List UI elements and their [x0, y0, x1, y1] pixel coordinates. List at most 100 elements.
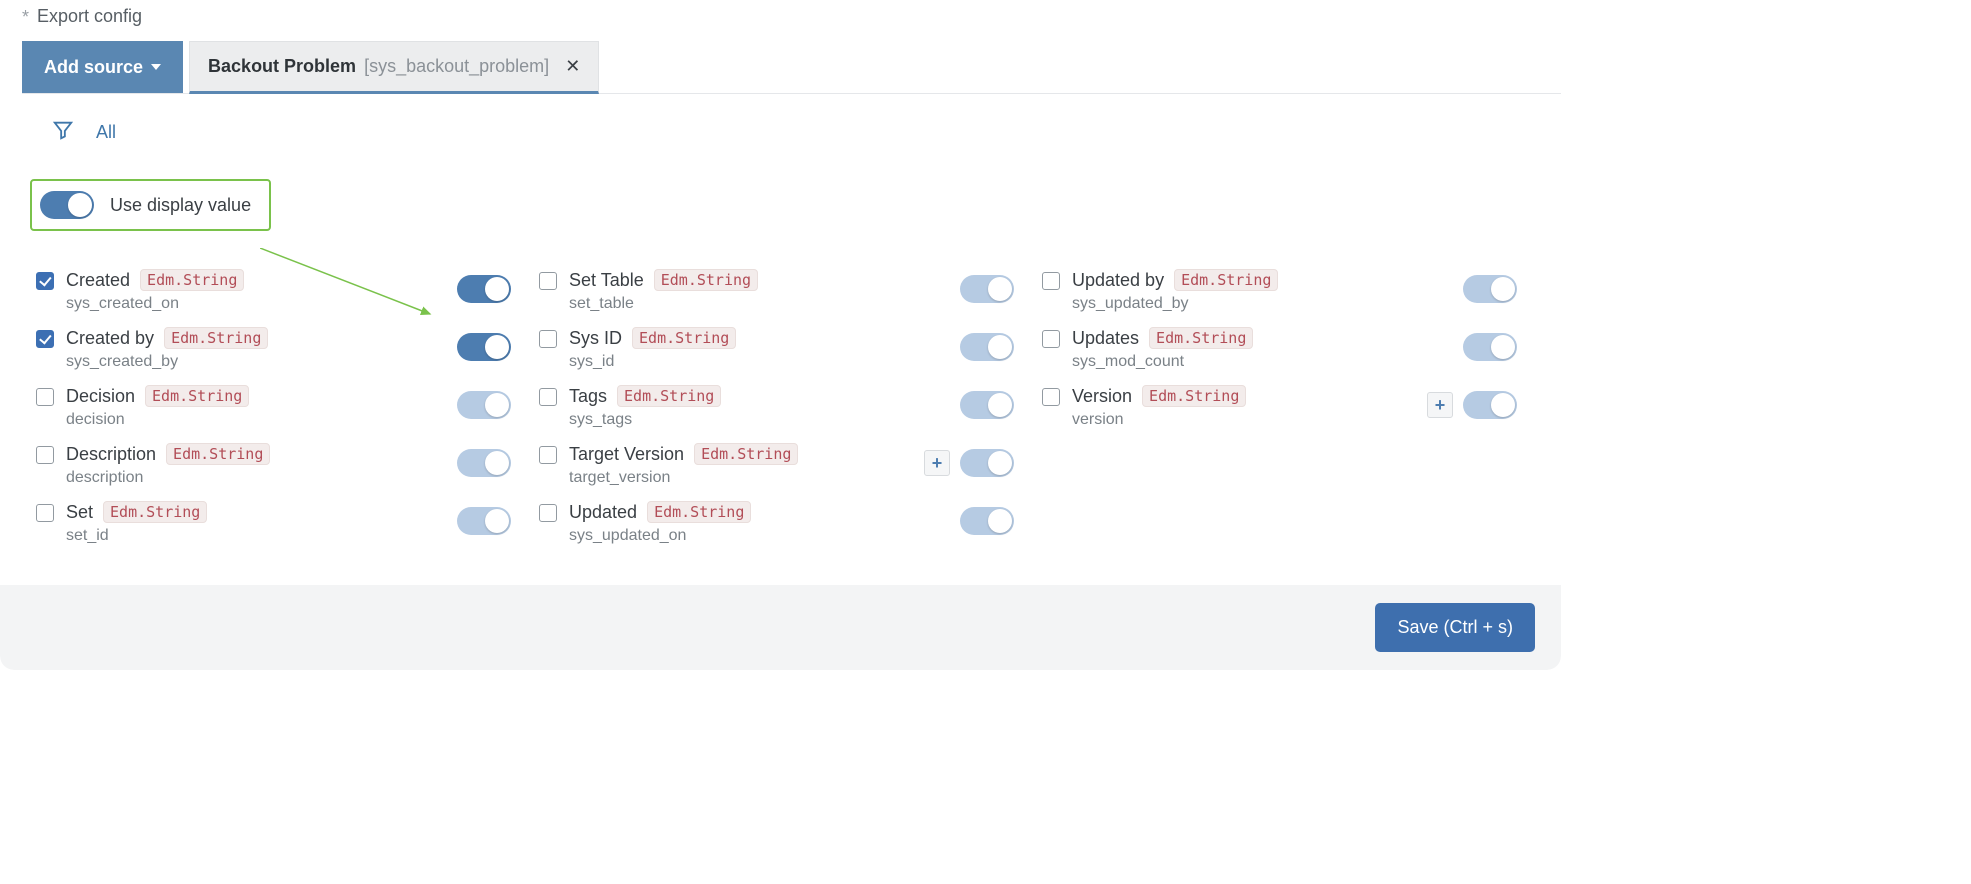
- field-label: Set TableEdm.String: [569, 269, 948, 291]
- field-row: Created byEdm.String sys_created_by: [36, 327, 511, 371]
- use-display-value-group: Use display value: [30, 179, 271, 231]
- field-text: UpdatedEdm.Stringsys_updated_on: [569, 501, 948, 545]
- field-label: Target VersionEdm.String: [569, 443, 912, 465]
- field-label: VersionEdm.String: [1072, 385, 1415, 407]
- page-root: * Export config Add source Backout Probl…: [0, 0, 1561, 670]
- type-badge: Edm.String: [164, 327, 268, 349]
- field-checkbox[interactable]: [1042, 330, 1060, 348]
- add-source-label: Add source: [44, 57, 143, 78]
- field-row: TagsEdm.Stringsys_tags: [539, 385, 1014, 429]
- field-checkbox[interactable]: [36, 272, 54, 290]
- field-label: DecisionEdm.String: [66, 385, 445, 407]
- field-sys-name: target_version: [569, 469, 912, 487]
- field-sys-name: version: [1072, 411, 1415, 429]
- field-column: Updated byEdm.Stringsys_updated_byUpdate…: [1042, 269, 1517, 545]
- filter-icon[interactable]: [52, 118, 74, 147]
- field-row: DescriptionEdm.String description: [36, 443, 511, 487]
- field-text: Updated byEdm.Stringsys_updated_by: [1072, 269, 1451, 313]
- field-label-text: Sys ID: [569, 328, 622, 349]
- expand-plus-button[interactable]: +: [924, 450, 950, 476]
- use-display-value-toggle[interactable]: [40, 191, 94, 219]
- field-checkbox[interactable]: [539, 330, 557, 348]
- field-checkbox[interactable]: [36, 330, 54, 348]
- field-label-text: Version: [1072, 386, 1132, 407]
- field-sys-name: sys_updated_by: [1072, 295, 1451, 313]
- field-column: Created Edm.String sys_created_on Created b…: [36, 269, 511, 545]
- type-badge: Edm.String: [654, 269, 758, 291]
- tab-backout-problem[interactable]: Backout Problem [sys_backout_problem] ✕: [189, 41, 599, 94]
- field-label-text: Updates: [1072, 328, 1139, 349]
- caret-down-icon: [151, 64, 161, 70]
- type-badge: Edm.String: [1149, 327, 1253, 349]
- field-checkbox[interactable]: [539, 446, 557, 464]
- field-checkbox[interactable]: [1042, 272, 1060, 290]
- field-label: Created byEdm.String: [66, 327, 445, 349]
- field-checkbox[interactable]: [1042, 388, 1060, 406]
- close-icon[interactable]: ✕: [565, 56, 580, 77]
- field-display-value-toggle[interactable]: [457, 275, 511, 303]
- field-display-value-toggle[interactable]: [457, 391, 511, 419]
- field-checkbox[interactable]: [36, 446, 54, 464]
- field-row-right: +: [924, 443, 1014, 477]
- field-label-text: Created: [66, 270, 130, 291]
- field-label-text: Set: [66, 502, 93, 523]
- field-sys-name: sys_created_by: [66, 353, 445, 371]
- field-row-right: [960, 327, 1014, 361]
- field-display-value-toggle[interactable]: [457, 333, 511, 361]
- type-badge: Edm.String: [166, 443, 270, 465]
- tab-subtitle: [sys_backout_problem]: [364, 56, 549, 77]
- tab-title: Backout Problem: [208, 56, 356, 77]
- field-row-right: [1463, 269, 1517, 303]
- field-checkbox[interactable]: [36, 388, 54, 406]
- field-sys-name: sys_created_on: [66, 295, 445, 313]
- expand-plus-button[interactable]: +: [1427, 392, 1453, 418]
- field-display-value-toggle[interactable]: [1463, 391, 1517, 419]
- field-checkbox[interactable]: [539, 388, 557, 406]
- add-source-button[interactable]: Add source: [22, 41, 183, 93]
- filter-all-link[interactable]: All: [96, 122, 116, 143]
- field-label: UpdatedEdm.String: [569, 501, 948, 523]
- field-row: Set TableEdm.String set_table: [539, 269, 1014, 313]
- field-label: DescriptionEdm.String: [66, 443, 445, 465]
- field-text: SetEdm.Stringset_id: [66, 501, 445, 545]
- field-display-value-toggle[interactable]: [457, 449, 511, 477]
- field-row: Created Edm.String sys_created_on: [36, 269, 511, 313]
- field-label: TagsEdm.String: [569, 385, 948, 407]
- type-badge: Edm.String: [140, 269, 244, 291]
- field-text: DescriptionEdm.String description: [66, 443, 445, 487]
- required-asterisk: *: [22, 8, 29, 26]
- field-row: VersionEdm.String version +: [1042, 385, 1517, 429]
- field-sys-name: set_table: [569, 295, 948, 313]
- field-text: UpdatesEdm.Stringsys_mod_count: [1072, 327, 1451, 371]
- filter-row: All: [0, 94, 1561, 157]
- breadcrumb-label: Export config: [37, 6, 142, 27]
- field-text: Created byEdm.String sys_created_by: [66, 327, 445, 371]
- field-checkbox[interactable]: [36, 504, 54, 522]
- field-display-value-toggle[interactable]: [1463, 333, 1517, 361]
- field-row-right: [457, 327, 511, 361]
- save-button[interactable]: Save (Ctrl + s): [1375, 603, 1535, 652]
- field-label: SetEdm.String: [66, 501, 445, 523]
- field-display-value-toggle[interactable]: [960, 391, 1014, 419]
- type-badge: Edm.String: [145, 385, 249, 407]
- breadcrumb: * Export config: [0, 0, 1561, 27]
- field-display-value-toggle[interactable]: [960, 275, 1014, 303]
- field-display-value-toggle[interactable]: [960, 449, 1014, 477]
- tabs-row: Add source Backout Problem [sys_backout_…: [22, 41, 1561, 94]
- field-row-right: [457, 269, 511, 303]
- field-sys-name: description: [66, 469, 445, 487]
- field-row-right: [457, 385, 511, 419]
- field-display-value-toggle[interactable]: [960, 507, 1014, 535]
- field-display-value-toggle[interactable]: [457, 507, 511, 535]
- field-row: UpdatedEdm.Stringsys_updated_on: [539, 501, 1014, 545]
- field-checkbox[interactable]: [539, 272, 557, 290]
- field-row-right: [960, 269, 1014, 303]
- field-display-value-toggle[interactable]: [960, 333, 1014, 361]
- type-badge: Edm.String: [617, 385, 721, 407]
- field-row-right: +: [1427, 385, 1517, 419]
- field-display-value-toggle[interactable]: [1463, 275, 1517, 303]
- type-badge: Edm.String: [647, 501, 751, 523]
- type-badge: Edm.String: [1174, 269, 1278, 291]
- field-checkbox[interactable]: [539, 504, 557, 522]
- field-row-right: [457, 443, 511, 477]
